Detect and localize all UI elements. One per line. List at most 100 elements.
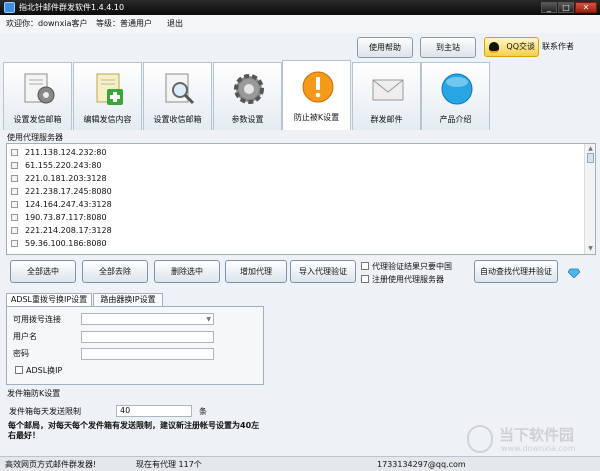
envelope-icon xyxy=(372,79,404,101)
proxy-address: 211.138.124.232:80 xyxy=(25,148,107,157)
watermark-url: www.downxia.com xyxy=(501,444,576,453)
import-proxy-button[interactable]: 导入代理验证 xyxy=(290,260,356,283)
row-checkbox[interactable] xyxy=(11,162,18,169)
list-item[interactable]: 190.73.87.117:8080 xyxy=(7,211,582,224)
checkbox-label: 注册使用代理服务器 xyxy=(372,275,444,284)
tab-sender-mailbox[interactable]: 设置发信邮箱 xyxy=(3,62,72,130)
proxy-address: 61.155.220.243:80 xyxy=(25,161,102,170)
proxy-list[interactable]: 211.138.124.232:80 61.155.220.243:80 221… xyxy=(6,143,596,255)
diamond-icon[interactable] xyxy=(568,268,580,278)
daily-limit-unit: 条 xyxy=(199,407,207,416)
proxy-address: 221.0.181.203:3128 xyxy=(25,174,107,183)
proxy-section-label: 使用代理服务器 xyxy=(7,133,63,142)
tab-label: 参数设置 xyxy=(231,115,264,124)
qq-penguin-icon xyxy=(489,42,499,53)
adsl-settings-panel: 可用拨号连接 ▼ 用户名 密码 ADSL换IP xyxy=(6,306,264,385)
document-add-icon xyxy=(96,73,123,105)
tab-anti-k[interactable]: 防止被K设置 xyxy=(282,60,351,130)
gear-mailbox-icon xyxy=(24,73,55,104)
row-checkbox[interactable] xyxy=(11,149,18,156)
tab-mass-mail[interactable]: 群发邮件 xyxy=(352,62,421,130)
proxy-address: 221.214.208.17:3128 xyxy=(25,226,112,235)
minimize-button[interactable]: _ xyxy=(541,2,557,13)
checkbox-box[interactable] xyxy=(15,366,23,374)
list-item[interactable]: 221.238.17.245:8080 xyxy=(7,185,582,198)
magnify-document-icon xyxy=(165,73,195,105)
dial-connection-select[interactable]: ▼ xyxy=(81,313,214,325)
watermark: 当下软件园 www.downxia.com xyxy=(467,425,595,455)
delete-selected-button[interactable]: 删除选中 xyxy=(154,260,220,283)
list-item[interactable]: 124.164.247.43:3128 xyxy=(7,198,582,211)
title-bar: 指北针邮件群发软件1.4.4.10 _ □ ✕ xyxy=(0,0,600,15)
username-label: 用户名 xyxy=(13,332,37,341)
verify-china-only-checkbox[interactable]: 代理验证结果只要中国 xyxy=(361,262,452,272)
window-title: 指北针邮件群发软件1.4.4.10 xyxy=(19,3,125,12)
anti-k-note: 每个邮局，对每天每个发件箱有发送限制，建议新注册帐号设置为40左右最好！ xyxy=(8,421,260,440)
checkbox-label: 代理验证结果只要中国 xyxy=(372,262,452,271)
qq-chat-button[interactable]: QQ交谈 xyxy=(484,37,539,57)
tab-edit-content[interactable]: 编辑发信内容 xyxy=(73,62,142,130)
status-bar: 高效网页方式邮件群发器! 现在有代理 117个 1733134297@qq.co… xyxy=(0,456,600,471)
proxy-address: 221.238.17.245:8080 xyxy=(25,187,112,196)
row-checkbox[interactable] xyxy=(11,175,18,182)
welcome-text: 欢迎你：downxia客户 xyxy=(6,19,88,28)
list-item[interactable]: 221.0.181.203:3128 xyxy=(7,172,582,185)
maximize-button[interactable]: □ xyxy=(558,2,574,13)
auto-find-proxy-button[interactable]: 自动查找代理并验证 xyxy=(474,260,558,283)
tab-label: 产品介绍 xyxy=(439,115,472,124)
checkbox-label: ADSL换IP xyxy=(26,366,63,375)
password-label: 密码 xyxy=(13,349,29,358)
add-proxy-button[interactable]: 增加代理 xyxy=(225,260,287,283)
proxy-list-scrollbar[interactable]: ▲ ▼ xyxy=(584,144,595,254)
contact-author-link[interactable]: 联系作者 xyxy=(542,41,574,52)
username-field[interactable] xyxy=(81,331,214,343)
row-checkbox[interactable] xyxy=(11,201,18,208)
tab-label: 设置发信邮箱 xyxy=(13,115,62,124)
watermark-logo-icon xyxy=(467,425,493,453)
list-item[interactable]: 59.36.100.186:8080 xyxy=(7,237,582,250)
gear-icon xyxy=(234,74,264,104)
password-field[interactable] xyxy=(81,348,214,360)
user-level: 等级：普通用户 xyxy=(96,19,152,28)
qq-chat-label: QQ交谈 xyxy=(506,42,535,51)
row-checkbox[interactable] xyxy=(11,214,18,221)
clear-all-button[interactable]: 全部去除 xyxy=(82,260,148,283)
row-checkbox[interactable] xyxy=(11,188,18,195)
logout-link[interactable]: 退出 xyxy=(167,19,183,29)
list-item[interactable]: 221.214.208.17:3128 xyxy=(7,224,582,237)
daily-limit-label: 发件箱每天发送限制 xyxy=(9,407,81,416)
scroll-thumb[interactable] xyxy=(587,153,594,163)
app-icon xyxy=(4,2,15,13)
home-site-button[interactable]: 到主站 xyxy=(420,37,476,58)
scroll-down-icon[interactable]: ▼ xyxy=(587,245,594,252)
scroll-up-icon[interactable]: ▲ xyxy=(587,145,594,152)
list-item[interactable]: 211.138.124.232:80 xyxy=(7,146,582,159)
row-checkbox[interactable] xyxy=(11,240,18,247)
daily-limit-input[interactable]: 40 xyxy=(116,405,192,417)
list-item[interactable]: 61.155.220.243:80 xyxy=(7,159,582,172)
select-all-button[interactable]: 全部选中 xyxy=(10,260,76,283)
tab-label: 群发邮件 xyxy=(370,115,403,124)
new-badge-icon xyxy=(441,73,473,105)
tab-product-intro[interactable]: 产品介绍 xyxy=(421,62,490,130)
row-checkbox[interactable] xyxy=(11,227,18,234)
register-use-proxy-checkbox[interactable]: 注册使用代理服务器 xyxy=(361,275,444,285)
proxy-address: 124.164.247.43:3128 xyxy=(25,200,112,209)
checkbox-box[interactable] xyxy=(361,262,369,270)
proxy-count: 现在有代理 117个 xyxy=(136,460,202,469)
close-button[interactable]: ✕ xyxy=(575,2,597,13)
tab-recipient-mailbox[interactable]: 设置收信邮箱 xyxy=(143,62,212,130)
adsl-switch-checkbox[interactable]: ADSL换IP xyxy=(15,366,62,376)
tab-parameters[interactable]: 参数设置 xyxy=(213,62,282,130)
tab-router[interactable]: 路由器换IP设置 xyxy=(93,293,163,306)
warning-icon xyxy=(302,71,334,103)
tab-label: 设置收信邮箱 xyxy=(153,115,202,124)
checkbox-box[interactable] xyxy=(361,275,369,283)
user-info-bar: 欢迎你：downxia客户 等级：普通用户 退出 xyxy=(0,15,600,33)
tab-adsl[interactable]: ADSL重拨号换IP设置 xyxy=(6,293,92,306)
help-button[interactable]: 使用帮助 xyxy=(357,37,413,58)
contact-email: 1733134297@qq.com xyxy=(377,460,466,469)
chevron-down-icon[interactable]: ▼ xyxy=(206,315,211,325)
watermark-text: 当下软件园 xyxy=(499,426,575,444)
main-tab-bar: 设置发信邮箱 编辑发信内容 设置收信邮箱 参数设置 防止被K设置 群发邮件 产品… xyxy=(0,60,600,131)
